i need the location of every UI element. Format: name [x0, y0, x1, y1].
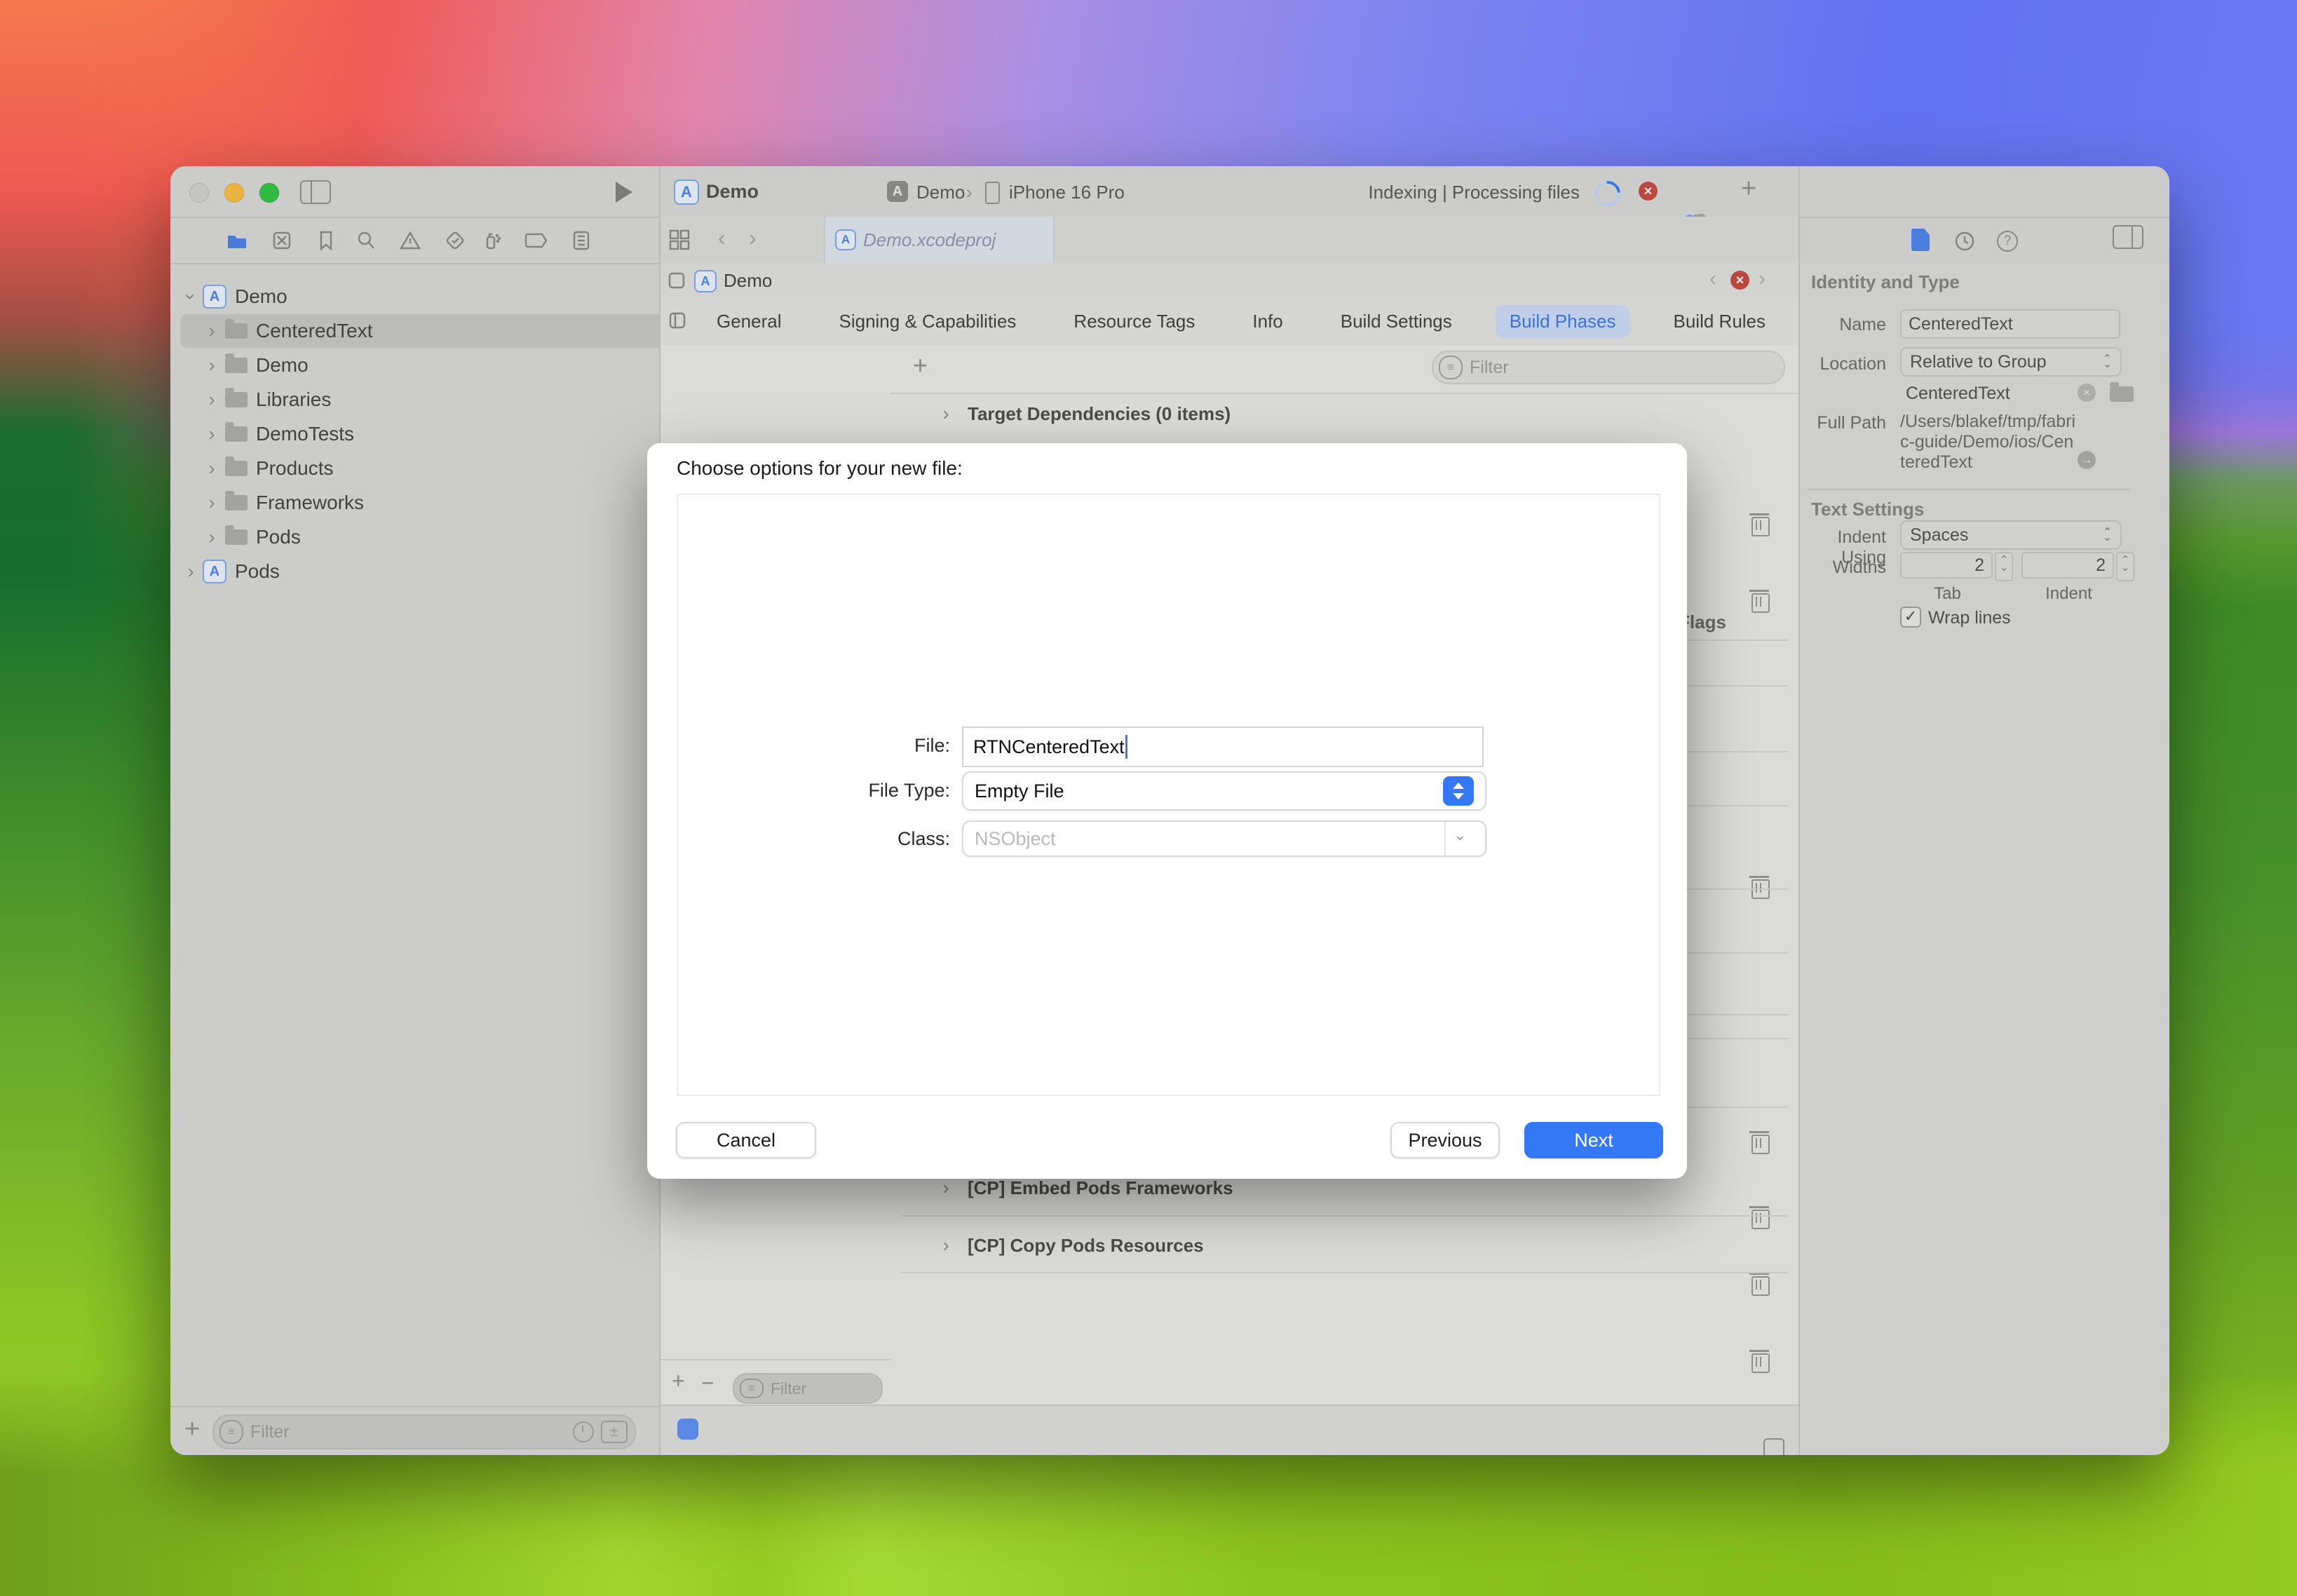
combo-chevron-icon: [1444, 822, 1474, 856]
class-combo[interactable]: NSObject: [962, 820, 1486, 857]
previous-button[interactable]: Previous: [1390, 1122, 1500, 1158]
next-label: Next: [1574, 1130, 1613, 1151]
file-name-value: RTNCenteredText: [973, 736, 1125, 758]
file-name-input[interactable]: RTNCenteredText: [962, 726, 1484, 767]
file-type-popup[interactable]: Empty File: [962, 771, 1486, 811]
popup-stepper-icon: [1443, 776, 1474, 806]
sheet-title: Choose options for your new file:: [677, 457, 963, 480]
file-type-value: Empty File: [975, 780, 1064, 802]
cancel-label: Cancel: [717, 1130, 775, 1151]
next-button[interactable]: Next: [1524, 1122, 1663, 1158]
file-label: File:: [787, 735, 950, 757]
file-type-label: File Type:: [787, 780, 950, 802]
class-label: Class:: [787, 828, 950, 850]
xcode-window: Demo Demo › iPhone 16 Pro Indexing | Pro…: [170, 166, 2169, 1455]
new-file-options-sheet: Choose options for your new file: File: …: [647, 443, 1687, 1179]
class-placeholder: NSObject: [975, 828, 1056, 850]
text-caret: [1125, 735, 1127, 759]
cancel-button[interactable]: Cancel: [676, 1122, 816, 1158]
previous-label: Previous: [1408, 1130, 1482, 1151]
